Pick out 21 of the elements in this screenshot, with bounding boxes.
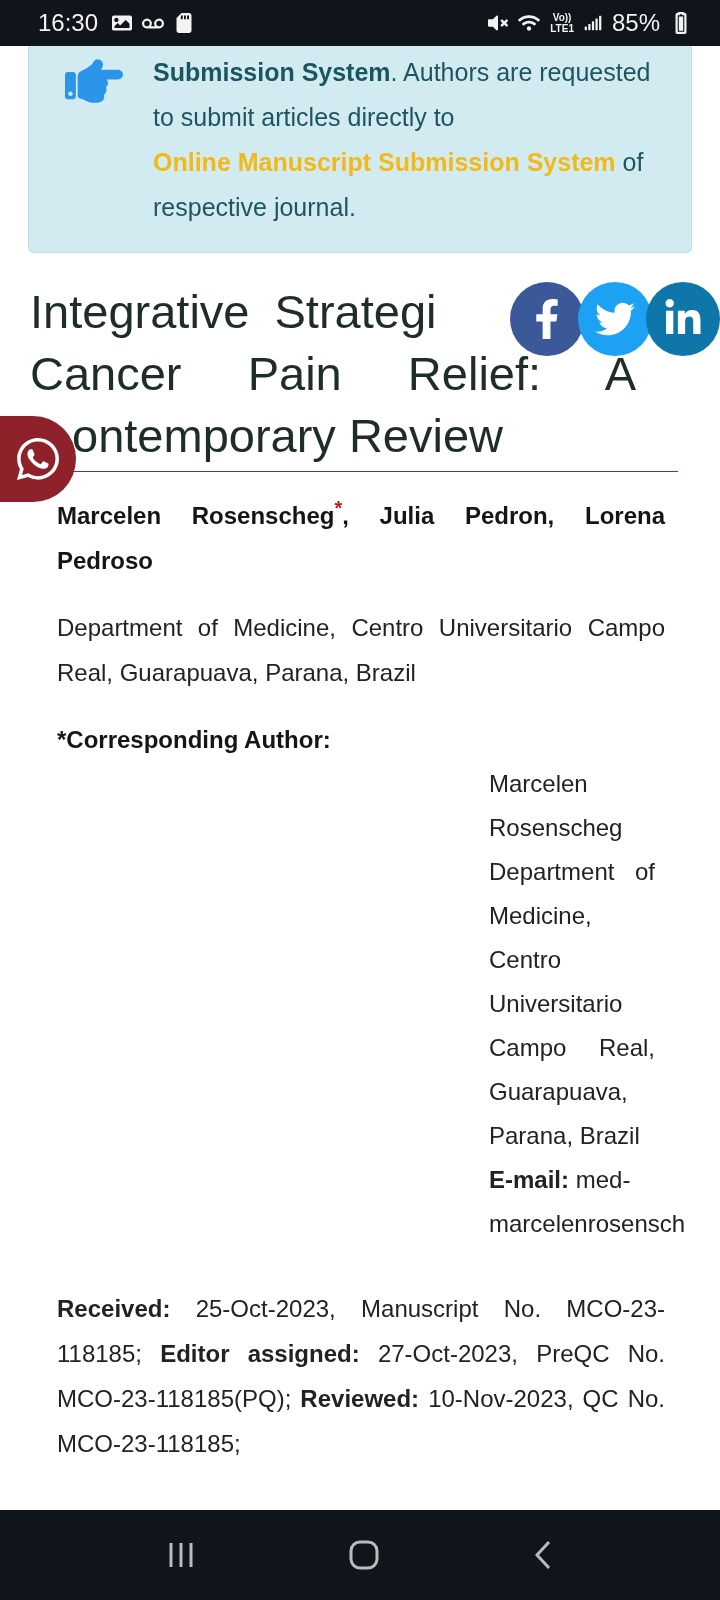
- article-title: Integrative Strategi: [30, 284, 437, 340]
- network-label: LTE1: [550, 23, 574, 34]
- clock-time: 16:30: [38, 9, 99, 37]
- mute-icon: [488, 13, 509, 33]
- whatsapp-icon: [14, 435, 62, 483]
- email-text: E-mail: med-marcelenrosensch: [489, 1165, 687, 1239]
- article-title: Cancer Pain Relief: A: [30, 346, 636, 402]
- home-icon[interactable]: [348, 1539, 380, 1571]
- affiliation-text: Department of Medicine, Centro Universitario Campo Real, Guarapuava, Parana, Brazil: [57, 613, 665, 688]
- corresponding-heading: *Corresponding Author:: [57, 725, 332, 755]
- signal-icon: [583, 14, 602, 32]
- notice-text: Submission System. Authors are requested to submit articles directly to Online Manuscript Submission System of respective journal.: [153, 57, 652, 223]
- battery-level: 85%: [611, 9, 660, 37]
- sd-card-icon: [174, 13, 195, 33]
- network-label: Vo)): [552, 12, 572, 23]
- whatsapp-button[interactable]: [0, 416, 76, 502]
- article-title: ontemporary Review: [71, 408, 503, 464]
- submission-link[interactable]: Online Manuscript Submission System: [153, 148, 616, 176]
- image-icon: [112, 13, 133, 33]
- author-list: Marcelen Rosenscheg$^{*}$, Julia Pedron, Lorena Pedroso: [57, 486, 665, 583]
- article-history: Received: 25-Oct-2023, Manuscript No. MCO-23-118185; Editor assigned: 27-Oct-2023, PreQC No. MCO-23-118185(PQ); Reviewed: 10-Nov-2023, QC No. MCO-23-118185;: [57, 1294, 665, 1459]
